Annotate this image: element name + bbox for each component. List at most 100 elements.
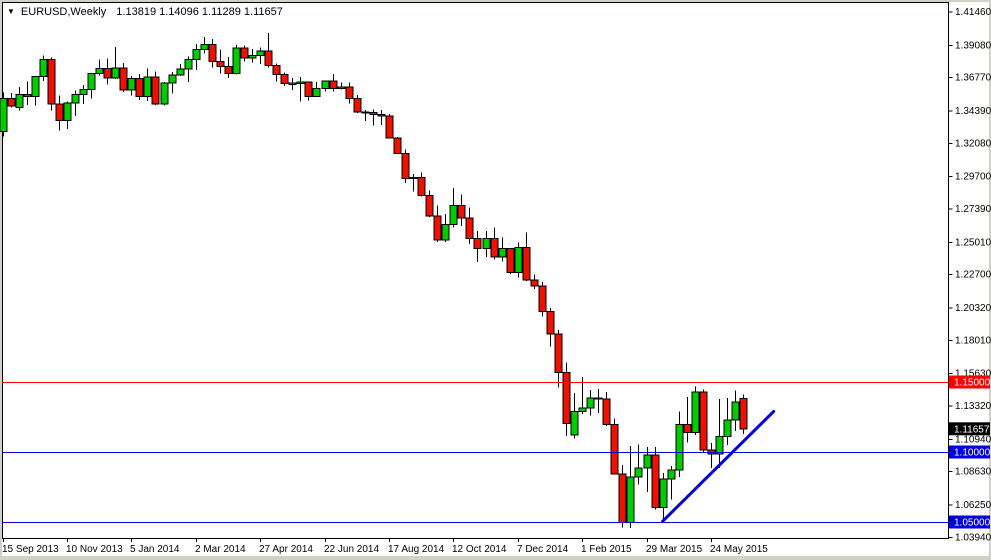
candle — [152, 72, 159, 106]
date-tick-label: 10 Nov 2013 — [66, 544, 123, 555]
price-chart[interactable]: 1.414601.390801.367701.343901.320801.297… — [0, 0, 991, 560]
candle — [692, 387, 699, 436]
candle-body-bear — [56, 104, 63, 121]
candle-body-bear — [330, 81, 337, 88]
candle — [700, 389, 707, 452]
candle-body-bear — [152, 77, 159, 104]
date-tick-label: 5 Jan 2014 — [130, 544, 180, 555]
candle — [386, 114, 393, 138]
date-tick-label: 1 Feb 2015 — [581, 544, 632, 555]
candle — [539, 282, 546, 317]
symbol-period-label: EURUSD,Weekly — [21, 6, 106, 18]
candle-body-bear — [225, 67, 232, 74]
price-tick-label: 1.08630 — [955, 467, 991, 478]
candle-body-bear — [740, 399, 747, 429]
chart-window: 1.414601.390801.367701.343901.320801.297… — [0, 0, 991, 560]
date-tick-label: 15 Sep 2013 — [2, 544, 59, 555]
candle-body-bull — [16, 94, 23, 107]
candle-body-bull — [40, 60, 47, 77]
candle — [402, 150, 409, 184]
candle — [48, 58, 55, 111]
candle-body-bear — [273, 66, 280, 75]
candle-body-bear — [611, 425, 618, 474]
candle-body-bear — [281, 75, 288, 84]
candle-body-bull — [128, 78, 135, 89]
candle-body-bull — [169, 75, 176, 83]
date-tick-label: 7 Dec 2014 — [517, 544, 569, 555]
price-tick-label: 1.22700 — [955, 270, 991, 281]
candle-body-bear — [354, 99, 361, 112]
candle-body-bear — [491, 239, 498, 258]
candle-body-bear — [265, 51, 272, 66]
symbol-dropdown-icon[interactable]: ▼ — [7, 7, 15, 16]
candle — [507, 248, 514, 274]
candle-body-bear — [434, 216, 441, 240]
candle-body-bear — [507, 249, 514, 273]
candle-body-bull — [635, 468, 642, 477]
candle-body-bull — [483, 239, 490, 249]
date-tick-label: 29 Mar 2015 — [646, 544, 703, 555]
candle-body-bear — [402, 153, 409, 178]
price-tick-label: 1.32080 — [955, 138, 991, 149]
quote-ohlc-values: 1.13819 1.14096 1.11289 1.11657 — [116, 6, 283, 18]
candle-body-bear — [619, 474, 626, 522]
candle-body-bull — [410, 177, 417, 178]
candle-body-bull — [724, 420, 731, 437]
price-tick-label: 1.13320 — [955, 401, 991, 412]
candle — [0, 92, 7, 136]
candle-body-bull — [249, 55, 256, 58]
price-tick-label: 1.27390 — [955, 204, 991, 215]
candle-body-bull — [450, 205, 457, 224]
candle-body-bear — [217, 61, 224, 66]
candle — [120, 63, 127, 92]
candle-body-bull — [80, 90, 87, 95]
candle-body-bull — [96, 68, 103, 73]
candle-body-bull — [233, 48, 240, 73]
price-level-badge-label: 1.05000 — [954, 518, 991, 529]
candle-body-bull — [338, 87, 345, 89]
candle-body-bear — [24, 94, 31, 96]
candle-body-bear — [8, 99, 15, 106]
candle-body-bull — [313, 88, 320, 96]
candle-body-bull — [32, 76, 39, 96]
date-tick-label: 2 Mar 2014 — [195, 544, 246, 555]
candle-body-bear — [241, 48, 248, 58]
price-tick-label: 1.18010 — [955, 335, 991, 346]
price-tick-label: 1.25010 — [955, 237, 991, 248]
candle-body-bear — [458, 205, 465, 218]
price-tick-label: 1.10940 — [955, 434, 991, 445]
candle-body-bull — [579, 408, 586, 411]
candle-body-bear — [426, 196, 433, 217]
price-level-badge-label: 1.15000 — [954, 378, 991, 389]
price-tick-label: 1.03940 — [955, 532, 991, 543]
candle-body-bear — [120, 68, 127, 90]
candle-body-bear — [474, 239, 481, 249]
candle-body-bull — [201, 45, 208, 50]
candle-body-bear — [362, 112, 369, 113]
price-tick-label: 1.36770 — [955, 73, 991, 84]
candle-body-bull — [144, 77, 151, 96]
candle-body-bull — [692, 392, 699, 433]
candle-body-bear — [104, 68, 111, 78]
candle-body-bear — [603, 399, 610, 425]
date-tick-label: 17 Aug 2014 — [388, 544, 445, 555]
price-tick-label: 1.39080 — [955, 40, 991, 51]
price-tick-label: 1.34390 — [955, 106, 991, 117]
date-tick-label: 12 Oct 2014 — [452, 544, 507, 555]
price-tick-label: 1.06250 — [955, 500, 991, 511]
candle-body-bull — [644, 455, 651, 468]
candle — [394, 137, 401, 153]
candle-body-bear — [136, 78, 143, 96]
price-tick-label: 1.29700 — [955, 172, 991, 183]
candle-body-bull — [322, 81, 329, 88]
candle-body-bull — [627, 477, 634, 523]
candle-body-bear — [386, 116, 393, 138]
candle-body-bear — [652, 455, 659, 507]
date-tick-label: 24 May 2015 — [710, 544, 768, 555]
candle-body-bull — [442, 225, 449, 241]
candle — [740, 395, 747, 434]
candle — [619, 465, 626, 527]
candle-body-bear — [539, 286, 546, 311]
candle-body-bull — [515, 247, 522, 272]
candle-body-bear — [563, 373, 570, 424]
